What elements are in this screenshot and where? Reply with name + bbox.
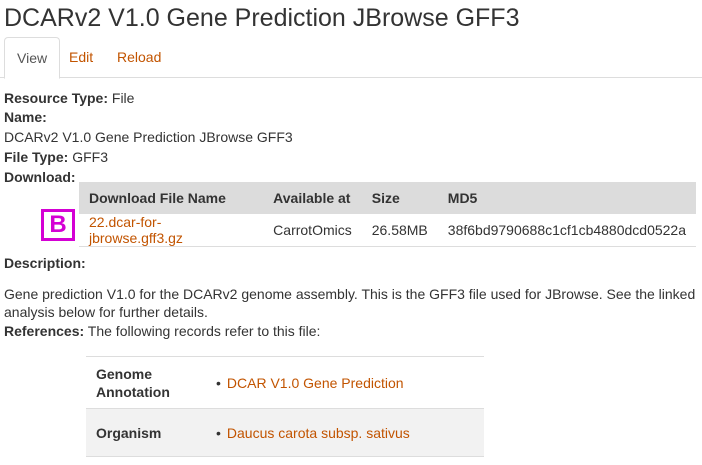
bullet-icon: • xyxy=(216,424,221,441)
tab-view[interactable]: View xyxy=(4,37,61,79)
download-file-link[interactable]: 22.dcar-for-jbrowse.gff3.gz xyxy=(89,214,183,246)
col-file-name: Download File Name xyxy=(79,182,264,214)
name-label: Name: xyxy=(4,109,47,125)
download-row: Download: xyxy=(4,168,76,186)
col-md5: MD5 xyxy=(437,182,696,214)
file-type-label: File Type: xyxy=(4,149,69,165)
ref-type-organism: Organism xyxy=(96,424,162,441)
organism-link[interactable]: Daucus carota subsp. sativus xyxy=(227,425,410,441)
marker-badge: B xyxy=(41,209,75,241)
name-row: Name: xyxy=(4,108,47,126)
resource-type-row: Resource Type: File xyxy=(4,89,134,107)
col-size: Size xyxy=(361,182,438,214)
tab-bar: View Edit Reload xyxy=(0,37,702,79)
table-row: Organism • Daucus carota subsp. sativus xyxy=(86,408,484,457)
md5-cell: 38f6bd9790688c1cf1cb4880dcd0522a xyxy=(437,214,696,247)
description-text: Gene prediction V1.0 for the DCARv2 geno… xyxy=(4,286,696,320)
tab-reload[interactable]: Reload xyxy=(105,37,173,78)
col-available-at: Available at xyxy=(263,182,362,214)
references-intro: The following records refer to this file… xyxy=(87,323,321,339)
available-at-cell: CarrotOmics xyxy=(263,214,362,247)
description-label: Description: xyxy=(4,255,86,271)
table-row: 22.dcar-for-jbrowse.gff3.gz CarrotOmics … xyxy=(79,214,696,247)
description-row: Description: xyxy=(4,254,86,272)
tab-edit[interactable]: Edit xyxy=(57,37,105,78)
ref-value-cell: • DCAR V1.0 Gene Prediction xyxy=(206,357,484,409)
bullet-icon: • xyxy=(216,374,221,391)
resource-type-label: Resource Type: xyxy=(4,90,108,106)
genome-annotation-link[interactable]: DCAR V1.0 Gene Prediction xyxy=(227,375,404,391)
file-type-value: GFF3 xyxy=(72,149,108,165)
references-table: Genome Annotation • DCAR V1.0 Gene Predic… xyxy=(86,356,484,457)
ref-value-cell: • Daucus carota subsp. sativus xyxy=(206,409,484,457)
download-table-header: Download File Name Available at Size MD5 xyxy=(79,182,696,214)
references-label: References: xyxy=(4,323,85,339)
table-row: Genome Annotation • DCAR V1.0 Gene Predic… xyxy=(86,356,484,409)
download-table: Download File Name Available at Size MD5… xyxy=(79,182,696,247)
file-type-row: File Type: GFF3 xyxy=(4,148,108,166)
size-cell: 26.58MB xyxy=(361,214,438,247)
ref-type-genome-annotation: Genome Annotation xyxy=(96,365,170,400)
download-label: Download: xyxy=(4,169,76,185)
name-value: DCARv2 V1.0 Gene Prediction JBrowse GFF3 xyxy=(4,129,293,145)
references-row: References: The following records refer … xyxy=(4,322,320,340)
resource-type-value: File xyxy=(111,90,135,106)
page-title: DCARv2 V1.0 Gene Prediction JBrowse GFF3 xyxy=(4,4,520,32)
